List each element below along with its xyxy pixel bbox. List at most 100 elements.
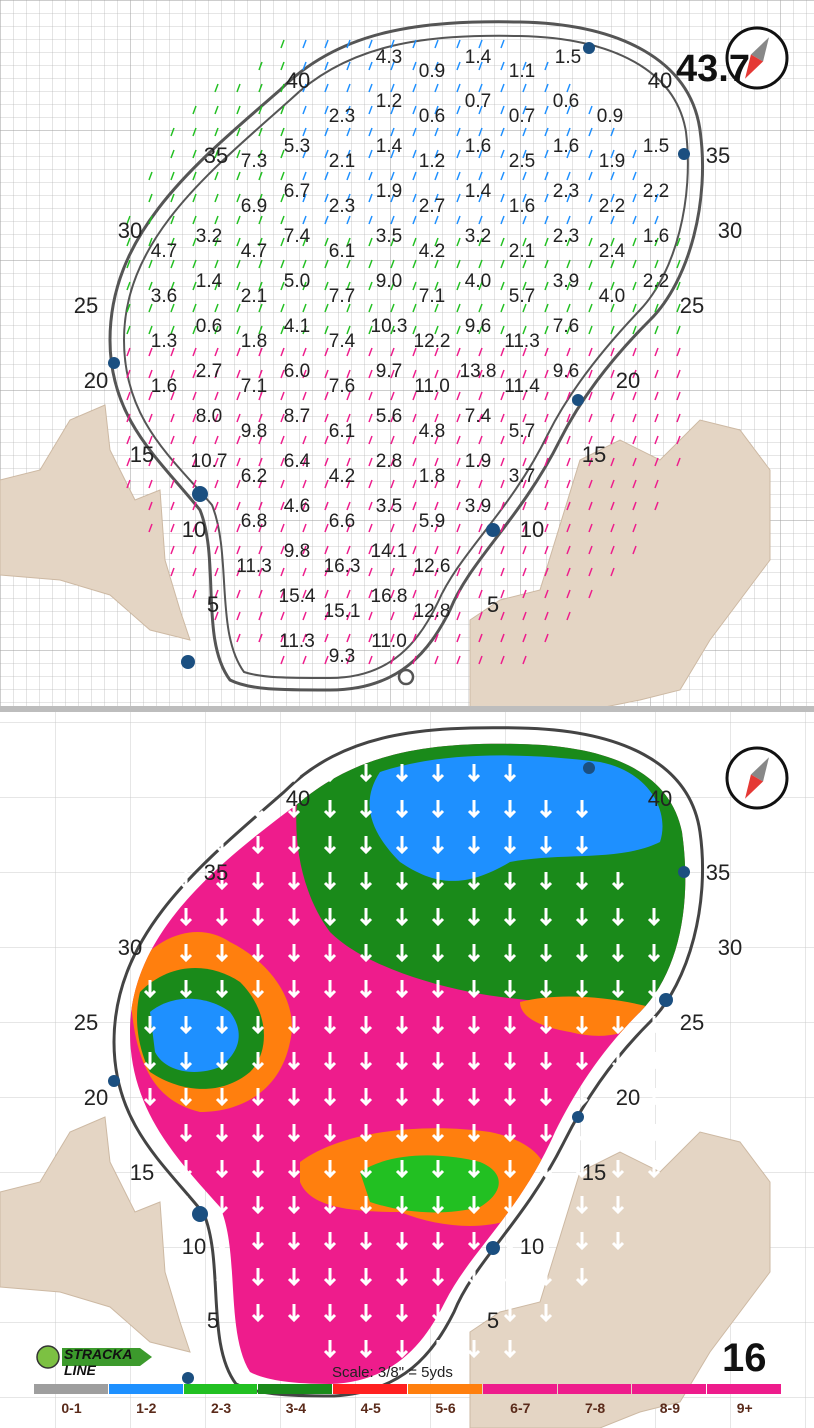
slope-value-label: 4.6 bbox=[284, 496, 310, 517]
legend-label: 6-7 bbox=[510, 1400, 531, 1416]
pin-hole-marker bbox=[397, 668, 415, 686]
slope-value-label: 14.1 bbox=[371, 541, 408, 562]
scale-label: Scale: 3/8" = 5yds bbox=[332, 1364, 453, 1381]
slope-value-label: 11.0 bbox=[414, 376, 450, 397]
legend-label: 7-8 bbox=[584, 1400, 606, 1416]
slope-value-label: 7.7 bbox=[329, 286, 355, 307]
distance-marker-right: 40 bbox=[648, 68, 672, 93]
slope-value-label: 1.6 bbox=[151, 376, 177, 397]
slope-value-label: 1.9 bbox=[376, 181, 402, 202]
legend-swatch bbox=[482, 1384, 557, 1394]
distance-marker-left: 5 bbox=[207, 592, 219, 617]
slope-value-label: 2.4 bbox=[599, 241, 626, 262]
slope-value-label: 4.0 bbox=[599, 286, 625, 307]
slope-value-label: 11.0 bbox=[371, 631, 407, 652]
legend-label: 8-9 bbox=[659, 1400, 680, 1416]
slope-value-label: 1.8 bbox=[241, 331, 267, 352]
slope-value-label: 4.8 bbox=[419, 421, 445, 442]
distance-marker-right: 20 bbox=[616, 368, 640, 393]
distance-marker-right: 10 bbox=[520, 1234, 544, 1259]
legend-label: 2-3 bbox=[210, 1400, 232, 1416]
slope-value-label: 2.2 bbox=[643, 181, 669, 202]
distance-marker-right: 35 bbox=[706, 860, 730, 885]
slope-value-label: 5.6 bbox=[376, 406, 402, 427]
sprinkler-marker bbox=[659, 993, 673, 1007]
distance-marker-left: 25 bbox=[74, 1010, 98, 1035]
distance-marker-right: 25 bbox=[680, 1010, 704, 1035]
slope-value-label: 11.3 bbox=[279, 631, 315, 652]
slope-value-label: 12.8 bbox=[414, 601, 451, 622]
slope-value-label: 11.4 bbox=[504, 376, 540, 397]
sprinkler-marker bbox=[108, 1075, 120, 1087]
sprinkler-marker bbox=[583, 42, 595, 54]
slope-value-label: 1.4 bbox=[196, 271, 223, 292]
slope-value-label: 3.5 bbox=[376, 496, 402, 517]
slope-value-label: 5.0 bbox=[284, 271, 310, 292]
slope-value-label: 1.4 bbox=[376, 136, 403, 157]
slope-value-label: 6.8 bbox=[241, 511, 267, 532]
slope-value-label: 4.3 bbox=[376, 47, 402, 68]
slope-value-label: 2.3 bbox=[553, 181, 579, 202]
slope-value-label: 5.7 bbox=[509, 286, 535, 307]
slope-value-title: 43.7 bbox=[676, 48, 750, 90]
distance-marker-right: 20 bbox=[616, 1085, 640, 1110]
slope-value-label: 9.0 bbox=[376, 271, 402, 292]
slope-value-label: 1.9 bbox=[465, 451, 491, 472]
legend-label: 0-1 bbox=[61, 1400, 82, 1416]
slope-value-label: 1.9 bbox=[599, 151, 625, 172]
slope-value-label: 9.6 bbox=[553, 361, 579, 382]
slope-value-label: 7.1 bbox=[241, 376, 267, 397]
slope-value-map: 4.3 0.9 1.4 1.1 1.5 1.2 0.7 0.6 2.3 0.6 0.7 0.9 7.3 5… bbox=[0, 0, 814, 708]
slope-value-label: 1.5 bbox=[555, 47, 581, 68]
slope-value-label: 4.0 bbox=[465, 271, 491, 292]
slope-value-label: 6.6 bbox=[329, 511, 355, 532]
slope-value-label: 7.1 bbox=[419, 286, 445, 307]
distance-marker-left: 15 bbox=[130, 442, 154, 467]
sprinkler-marker bbox=[486, 1241, 500, 1255]
slope-value-label: 3.6 bbox=[151, 286, 177, 307]
slope-value-label: 16.3 bbox=[324, 556, 361, 577]
distance-marker-left: 10 bbox=[182, 517, 206, 542]
slope-value-label: 6.7 bbox=[284, 181, 310, 202]
slope-value-label: 4.7 bbox=[151, 241, 177, 262]
slope-value-label: 0.6 bbox=[196, 316, 222, 337]
legend-label: 4-5 bbox=[360, 1400, 381, 1416]
slope-value-label: 1.4 bbox=[465, 181, 492, 202]
slope-value-label: 5.9 bbox=[419, 511, 445, 532]
sprinkler-marker bbox=[182, 1372, 194, 1384]
sprinkler-marker bbox=[678, 866, 690, 878]
sprinkler-marker bbox=[486, 523, 500, 537]
sprinkler-marker bbox=[181, 655, 195, 669]
slope-value-label: 6.1 bbox=[329, 421, 355, 442]
distance-marker-left: 30 bbox=[118, 218, 142, 243]
slope-value-label: 12.6 bbox=[414, 556, 451, 577]
sprinkler-marker bbox=[678, 148, 690, 160]
distance-marker-left: 10 bbox=[182, 1234, 206, 1259]
slope-value-label: 3.5 bbox=[376, 226, 402, 247]
slope-value-label: 3.2 bbox=[465, 226, 491, 247]
legend-swatch bbox=[258, 1384, 333, 1394]
slope-value-label: 6.9 bbox=[241, 196, 267, 217]
slope-value-label: 0.9 bbox=[419, 61, 445, 82]
slope-value-label: 15.1 bbox=[324, 601, 361, 622]
legend-label: 3-4 bbox=[285, 1400, 306, 1416]
slope-value-label: 1.5 bbox=[643, 136, 669, 157]
distance-marker-left: 30 bbox=[118, 935, 142, 960]
slope-value-label: 1.8 bbox=[419, 466, 445, 487]
slope-value-label: 2.2 bbox=[643, 271, 669, 292]
slope-value-label: 6.1 bbox=[329, 241, 355, 262]
slope-value-label: 1.6 bbox=[509, 196, 535, 217]
slope-value-label: 9.7 bbox=[376, 361, 402, 382]
slope-value-label: 2.5 bbox=[509, 151, 535, 172]
slope-value-label: 1.6 bbox=[643, 226, 669, 247]
slope-value-label: 1.2 bbox=[376, 91, 402, 112]
sprinkler-marker bbox=[192, 1206, 208, 1222]
slope-value-label: 7.6 bbox=[329, 376, 355, 397]
slope-heat-map: 40 35 30 25 20 15 10 5 40 35 30 25 20 15 10 5 bbox=[0, 712, 814, 1428]
slope-value-label: 0.6 bbox=[553, 91, 579, 112]
slope-value-label: 9.6 bbox=[465, 316, 491, 337]
distance-marker-left: 20 bbox=[84, 1085, 108, 1110]
distance-marker-right: 15 bbox=[582, 1160, 606, 1185]
slope-value-label: 0.7 bbox=[509, 106, 535, 127]
slope-value-label: 12.2 bbox=[414, 331, 451, 352]
